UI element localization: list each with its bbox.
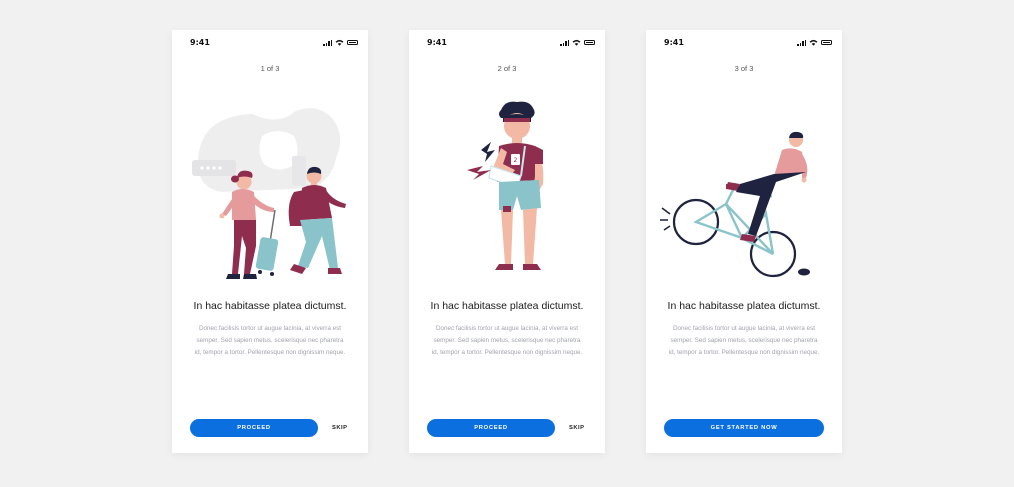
status-bar: 9:41 (646, 30, 842, 54)
page-indicator: 2 of 3 (497, 64, 517, 73)
status-time: 9:41 (190, 38, 210, 47)
travelers-illustration (192, 108, 346, 279)
cellular-signal-icon (323, 39, 332, 46)
bicycle-fall-illustration (660, 131, 810, 278)
onboarding-title: In hac habitasse platea dictumst. (193, 300, 347, 312)
skip-button[interactable]: SKIP (569, 419, 585, 437)
injured-man-illustration: 2 (467, 101, 544, 270)
wifi-icon (572, 39, 581, 46)
onboarding-title: In hac habitasse platea dictumst. (667, 300, 821, 312)
page-indicator: 1 of 3 (260, 64, 280, 73)
proceed-button[interactable]: PROCEED (190, 419, 318, 437)
status-icons (323, 39, 358, 46)
onboarding-screen-1: 9:41 1 of 3 In hac habitasse platea dict… (172, 30, 368, 453)
status-bar: 9:41 (172, 30, 368, 54)
onboarding-description: Donec facilisis tortor ut augue lacinia,… (668, 325, 820, 356)
battery-icon (584, 40, 595, 45)
svg-text:2: 2 (514, 157, 518, 164)
battery-icon (821, 40, 832, 45)
page-indicator: 3 of 3 (734, 64, 754, 73)
wifi-icon (809, 39, 818, 46)
cellular-signal-icon (797, 39, 806, 46)
status-icons (797, 39, 832, 46)
proceed-button[interactable]: PROCEED (427, 419, 555, 437)
wifi-icon (335, 39, 344, 46)
get-started-button[interactable]: GET STARTED NOW (664, 419, 824, 437)
status-time: 9:41 (664, 38, 684, 47)
skip-button[interactable]: SKIP (332, 419, 348, 437)
status-bar: 9:41 (409, 30, 605, 54)
onboarding-screen-2: 9:41 2 of 3 2 In hac habitasse platea di… (409, 30, 605, 453)
onboarding-description: Donec facilisis tortor ut augue lacinia,… (431, 325, 583, 356)
cellular-signal-icon (560, 39, 569, 46)
onboarding-title: In hac habitasse platea dictumst. (430, 300, 584, 312)
battery-icon (347, 40, 358, 45)
status-time: 9:41 (427, 38, 447, 47)
status-icons (560, 39, 595, 46)
onboarding-screen-3: 9:41 3 of 3 In hac habitasse platea dict… (646, 30, 842, 453)
onboarding-description: Donec facilisis tortor ut augue lacinia,… (194, 325, 346, 356)
